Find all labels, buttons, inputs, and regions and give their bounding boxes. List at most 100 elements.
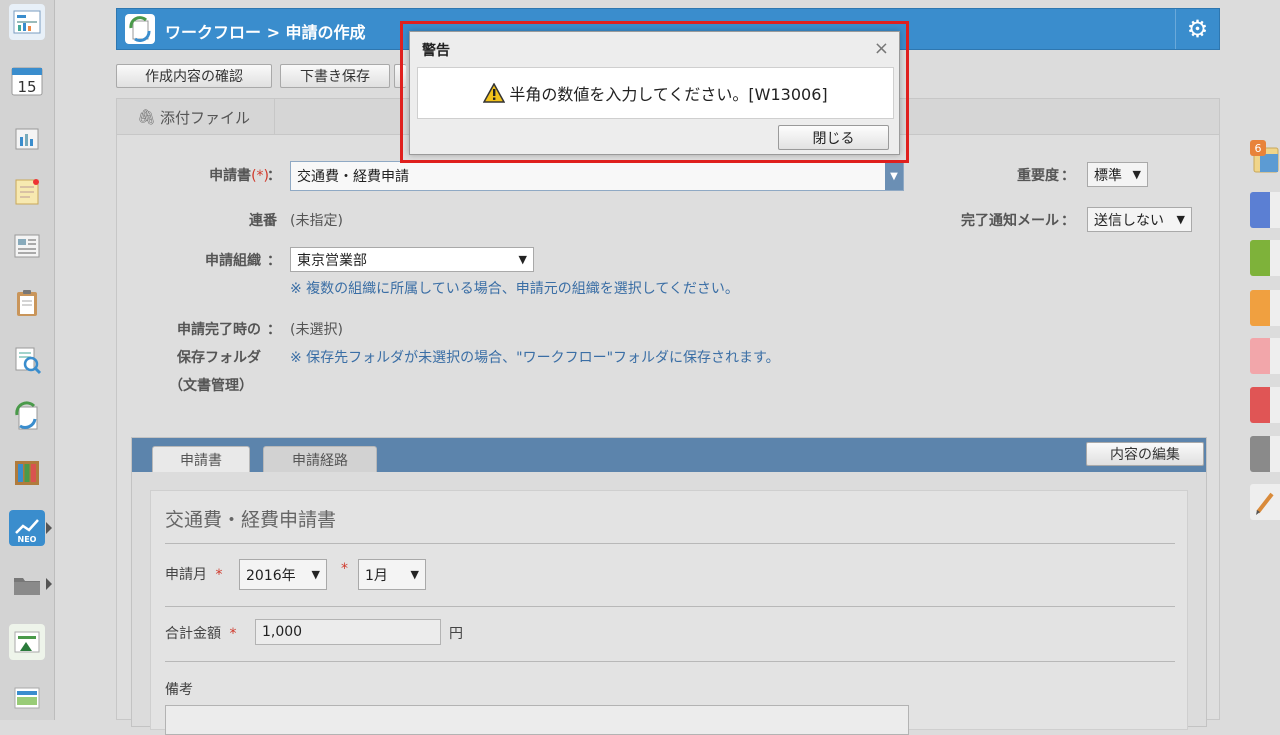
portal-icon[interactable]: [9, 4, 45, 40]
application-form-label: 申請書(*): [157, 165, 269, 185]
memo-icon[interactable]: [9, 173, 45, 209]
neo-label: NEO: [18, 535, 37, 543]
tab-approval-route[interactable]: 申請経路: [263, 446, 377, 472]
attach-file-label: 添付ファイル: [160, 108, 251, 127]
web-link-icon[interactable]: [9, 680, 45, 716]
expand-arrow-icon: [46, 578, 52, 590]
expand-arrow-icon: [46, 522, 52, 534]
month-value: 1月: [365, 567, 388, 584]
colon: ：: [267, 168, 281, 184]
color-tab-blue[interactable]: [1250, 192, 1280, 228]
colon: ：: [267, 213, 281, 229]
month-field-label: 申請月 *: [165, 564, 222, 584]
warning-icon: [483, 83, 506, 103]
completion-mail-value: 送信しない: [1094, 212, 1164, 229]
search-document-icon[interactable]: [9, 342, 45, 378]
organization-value: 東京営業部: [297, 252, 367, 269]
workflow-app-icon: [125, 14, 155, 44]
color-tab-orange[interactable]: [1250, 290, 1280, 326]
neo-icon[interactable]: NEO: [9, 510, 52, 546]
required-mark: *: [341, 561, 348, 577]
color-tab-gray[interactable]: [1250, 436, 1280, 472]
colon: ：: [267, 253, 281, 269]
chevron-down-icon: ▼: [1176, 213, 1185, 226]
chevron-down-icon: ▼: [410, 568, 419, 581]
form-tabs-bar: 申請書 申請経路 内容の編集: [132, 438, 1206, 472]
notification-count: 6: [1250, 140, 1266, 156]
total-field-label: 合計金額 *: [165, 623, 236, 643]
month-select[interactable]: 1月 ▼: [358, 559, 426, 590]
colon: ：: [267, 322, 281, 338]
total-label-text: 合計金額: [165, 626, 221, 642]
application-form-select[interactable]: 交通費・経費申請 ▼: [290, 161, 904, 191]
attach-file-tab[interactable]: 🖇 添付ファイル: [117, 99, 275, 135]
paperclip-icon: 🖇: [137, 108, 157, 126]
chevron-down-icon: ▼: [518, 253, 527, 266]
calendar-icon[interactable]: 15: [9, 62, 45, 98]
tab-application-sheet[interactable]: 申請書: [152, 446, 250, 472]
color-tab-green[interactable]: [1250, 240, 1280, 276]
plugin-app-icon[interactable]: [9, 624, 45, 660]
page-title: ワークフロー > 申請の作成: [165, 23, 366, 42]
pencil-icon[interactable]: [1250, 484, 1280, 520]
priority-value: 標準: [1094, 167, 1122, 184]
content-panel: 🖇 添付ファイル 申請書(*) ： 交通費・経費申請 ▼ 重要度 ： 標準 ▼ 連…: [116, 98, 1220, 735]
save-draft-button[interactable]: 下書き保存: [280, 64, 390, 88]
dialog-message-box: 半角の数値を入力してください。[W13006]: [417, 67, 894, 119]
divider: [165, 661, 1175, 662]
color-tab-pink[interactable]: [1250, 338, 1280, 374]
report-icon[interactable]: [9, 120, 45, 156]
bulletin-icon[interactable]: [9, 228, 45, 264]
color-tab-red[interactable]: [1250, 387, 1280, 423]
settings-gear-icon[interactable]: ⚙: [1175, 9, 1219, 49]
folder-label-line3: （文書管理）: [169, 378, 253, 394]
colon: ：: [1061, 213, 1075, 229]
folder-note: ※ 保存先フォルダが未選択の場合、"ワークフロー"フォルダに保存されます。: [290, 350, 780, 366]
right-sidebar: 6: [1248, 0, 1280, 720]
notification-icon[interactable]: 6: [1250, 140, 1280, 176]
folder-label-line2: 保存フォルダ: [177, 350, 261, 366]
edit-content-button[interactable]: 内容の編集: [1086, 442, 1204, 466]
colon: ：: [1061, 168, 1075, 184]
clipboard-icon[interactable]: [9, 285, 45, 321]
total-amount-input[interactable]: 1,000: [255, 619, 441, 645]
folder-icon[interactable]: [9, 566, 52, 602]
confirm-content-button[interactable]: 作成内容の確認: [116, 64, 272, 88]
dialog-message: 半角の数値を入力してください。[W13006]: [509, 85, 828, 104]
priority-select[interactable]: 標準 ▼: [1087, 162, 1148, 187]
remarks-textarea[interactable]: [165, 705, 909, 735]
year-select[interactable]: 2016年 ▼: [239, 559, 327, 590]
folder-value[interactable]: (未選択): [290, 319, 343, 339]
year-value: 2016年: [246, 567, 296, 584]
serial-value: (未指定): [290, 213, 343, 229]
application-form-value: 交通費・経費申請: [297, 169, 409, 185]
organization-select[interactable]: 東京営業部 ▼: [290, 247, 534, 272]
dropdown-arrow-icon[interactable]: ▼: [885, 162, 903, 190]
dialog-title: 警告: [422, 43, 450, 59]
month-label-text: 申請月: [165, 567, 207, 583]
chevron-down-icon: ▼: [1132, 168, 1141, 181]
cabinet-icon[interactable]: [9, 454, 45, 490]
yen-unit: 円: [449, 626, 463, 642]
required-mark: *: [229, 626, 237, 642]
required-mark: *: [215, 567, 223, 583]
completion-mail-select[interactable]: 送信しない ▼: [1087, 207, 1192, 232]
chevron-down-icon: ▼: [311, 568, 320, 581]
dialog-close-button[interactable]: 閉じる: [778, 125, 889, 150]
priority-label: 重要度: [1017, 168, 1059, 184]
folder-label-line1: 申請完了時の: [177, 322, 261, 338]
workflow-icon[interactable]: [9, 398, 45, 434]
divider: [165, 606, 1175, 607]
application-sheet-box: 申請書 申請経路 内容の編集 交通費・経費申請書 申請月 * 2016年 ▼ * …: [131, 437, 1207, 735]
app-sidebar: 15 NEO: [0, 0, 55, 720]
close-icon[interactable]: ×: [874, 38, 889, 59]
application-label-text: 申請書: [209, 168, 252, 184]
organization-label: 申請組織: [205, 253, 261, 269]
serial-label: 連番: [249, 213, 277, 229]
remarks-label: 備考: [165, 682, 193, 698]
organization-note: ※ 複数の組織に所属している場合、申請元の組織を選択してください。: [290, 281, 739, 297]
calendar-day: 15: [17, 78, 36, 96]
warning-dialog: 警告 × 半角の数値を入力してください。[W13006] 閉じる: [409, 31, 900, 155]
sheet-title: 交通費・経費申請書: [165, 509, 337, 531]
divider: [165, 543, 1175, 544]
